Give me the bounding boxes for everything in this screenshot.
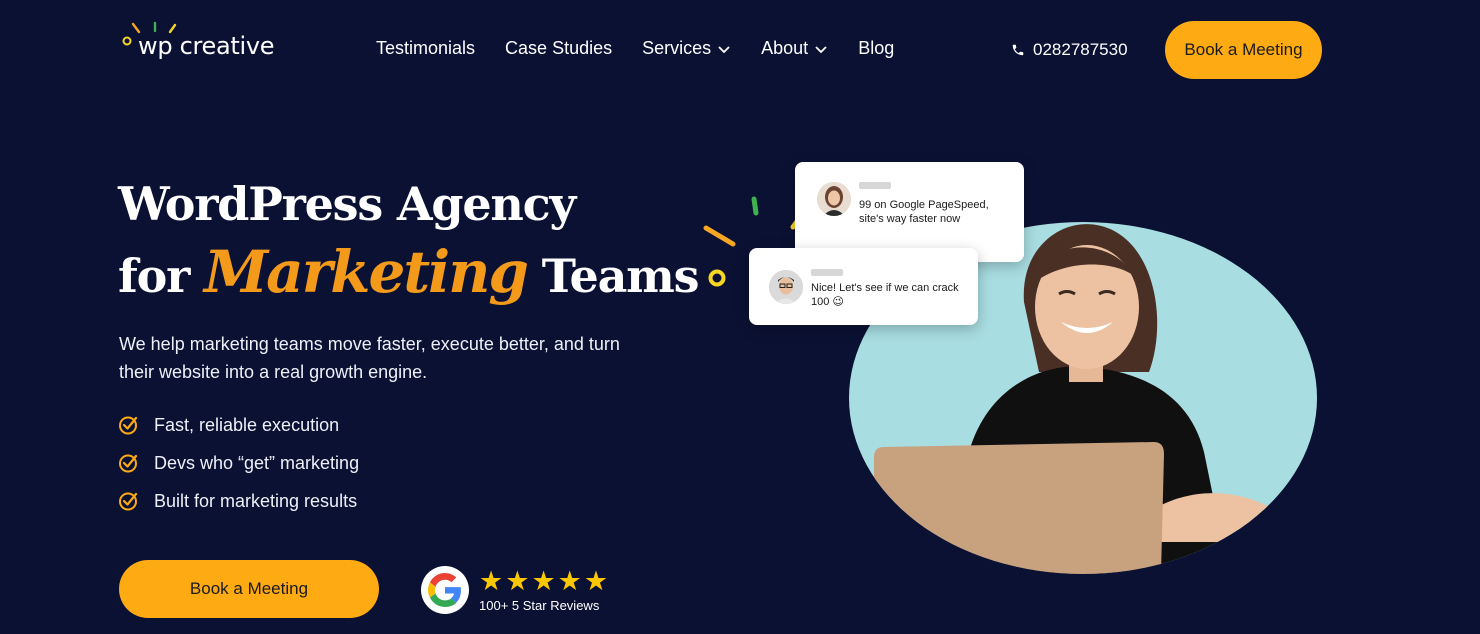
star-icon: ★ xyxy=(505,565,530,596)
name-placeholder xyxy=(811,269,843,276)
review-summary: ★ ★ ★ ★ ★ 100+ 5 Star Reviews xyxy=(479,565,609,613)
hero-title: WordPress Agency for Marketing Teams xyxy=(118,170,700,310)
check-circle-icon xyxy=(119,416,138,435)
star-rating: ★ ★ ★ ★ ★ xyxy=(479,565,609,596)
chat-bubble-client: 99 on Google PageSpeed, site's way faste… xyxy=(795,162,1024,262)
hero-title-line1: WordPress Agency xyxy=(118,177,576,231)
client-avatar xyxy=(817,182,851,216)
phone-icon xyxy=(1012,44,1024,56)
nav-label: Services xyxy=(642,38,712,58)
chat-message: 99 on Google PageSpeed, site's way faste… xyxy=(859,199,989,225)
star-icon: ★ xyxy=(531,565,556,596)
check-circle-icon xyxy=(119,454,138,473)
avatar-man-icon xyxy=(769,270,803,304)
google-icon xyxy=(428,573,461,607)
feature-list: Fast, reliable execution Devs who “get” … xyxy=(119,406,359,520)
hero-title-for: for xyxy=(118,249,190,303)
feature-text: Devs who “get” marketing xyxy=(154,452,360,473)
developer-avatar xyxy=(769,270,803,304)
site-logo[interactable]: wp creative xyxy=(120,20,290,64)
google-badge xyxy=(421,566,469,614)
logo-text: wp creative xyxy=(138,32,275,60)
nav-label: Case Studies xyxy=(505,38,613,58)
star-icon: ★ xyxy=(557,565,582,596)
spark-green xyxy=(751,196,759,216)
nav-label: Testimonials xyxy=(376,38,476,58)
spark-orange xyxy=(703,225,736,247)
hero-subtitle: We help marketing teams move faster, exe… xyxy=(119,334,620,382)
hero-title-end: Teams xyxy=(541,249,700,303)
main-nav: Testimonials Case Studies Services About… xyxy=(376,38,894,59)
feature-item: Built for marketing results xyxy=(119,482,359,520)
avatar-woman-icon xyxy=(817,182,851,216)
book-meeting-header-button[interactable]: Book a Meeting xyxy=(1165,21,1322,79)
chevron-down-icon xyxy=(718,45,730,53)
nav-testimonials[interactable]: Testimonials xyxy=(376,38,475,59)
star-icon: ★ xyxy=(479,565,504,596)
phone-number: 0282787530 xyxy=(1033,40,1128,59)
check-circle-icon xyxy=(119,492,138,511)
book-meeting-hero-button[interactable]: Book a Meeting xyxy=(119,560,379,618)
star-icon: ★ xyxy=(583,565,609,596)
spark-ring xyxy=(708,269,726,287)
nav-label: About xyxy=(761,38,809,58)
phone-link[interactable]: 0282787530 xyxy=(1011,40,1128,60)
feature-item: Fast, reliable execution xyxy=(119,406,359,444)
chat-bubble-developer: Nice! Let's see if we can crack 100 😉 xyxy=(749,248,978,325)
nav-blog[interactable]: Blog xyxy=(858,38,894,59)
hero-title-script: Marketing xyxy=(203,238,529,306)
nav-label: Blog xyxy=(858,38,895,58)
nav-case-studies[interactable]: Case Studies xyxy=(505,38,612,59)
feature-item: Devs who “get” marketing xyxy=(119,444,359,482)
nav-services[interactable]: Services xyxy=(642,38,731,59)
name-placeholder xyxy=(859,182,891,189)
feature-text: Fast, reliable execution xyxy=(154,414,340,435)
nav-about[interactable]: About xyxy=(761,38,828,59)
google-reviews[interactable]: ★ ★ ★ ★ ★ 100+ 5 Star Reviews xyxy=(421,566,608,614)
chevron-down-icon xyxy=(815,45,827,53)
chat-message: Nice! Let's see if we can crack 100 😉 xyxy=(811,282,959,308)
review-count-label: 100+ 5 Star Reviews xyxy=(479,597,600,613)
feature-text: Built for marketing results xyxy=(154,490,358,511)
